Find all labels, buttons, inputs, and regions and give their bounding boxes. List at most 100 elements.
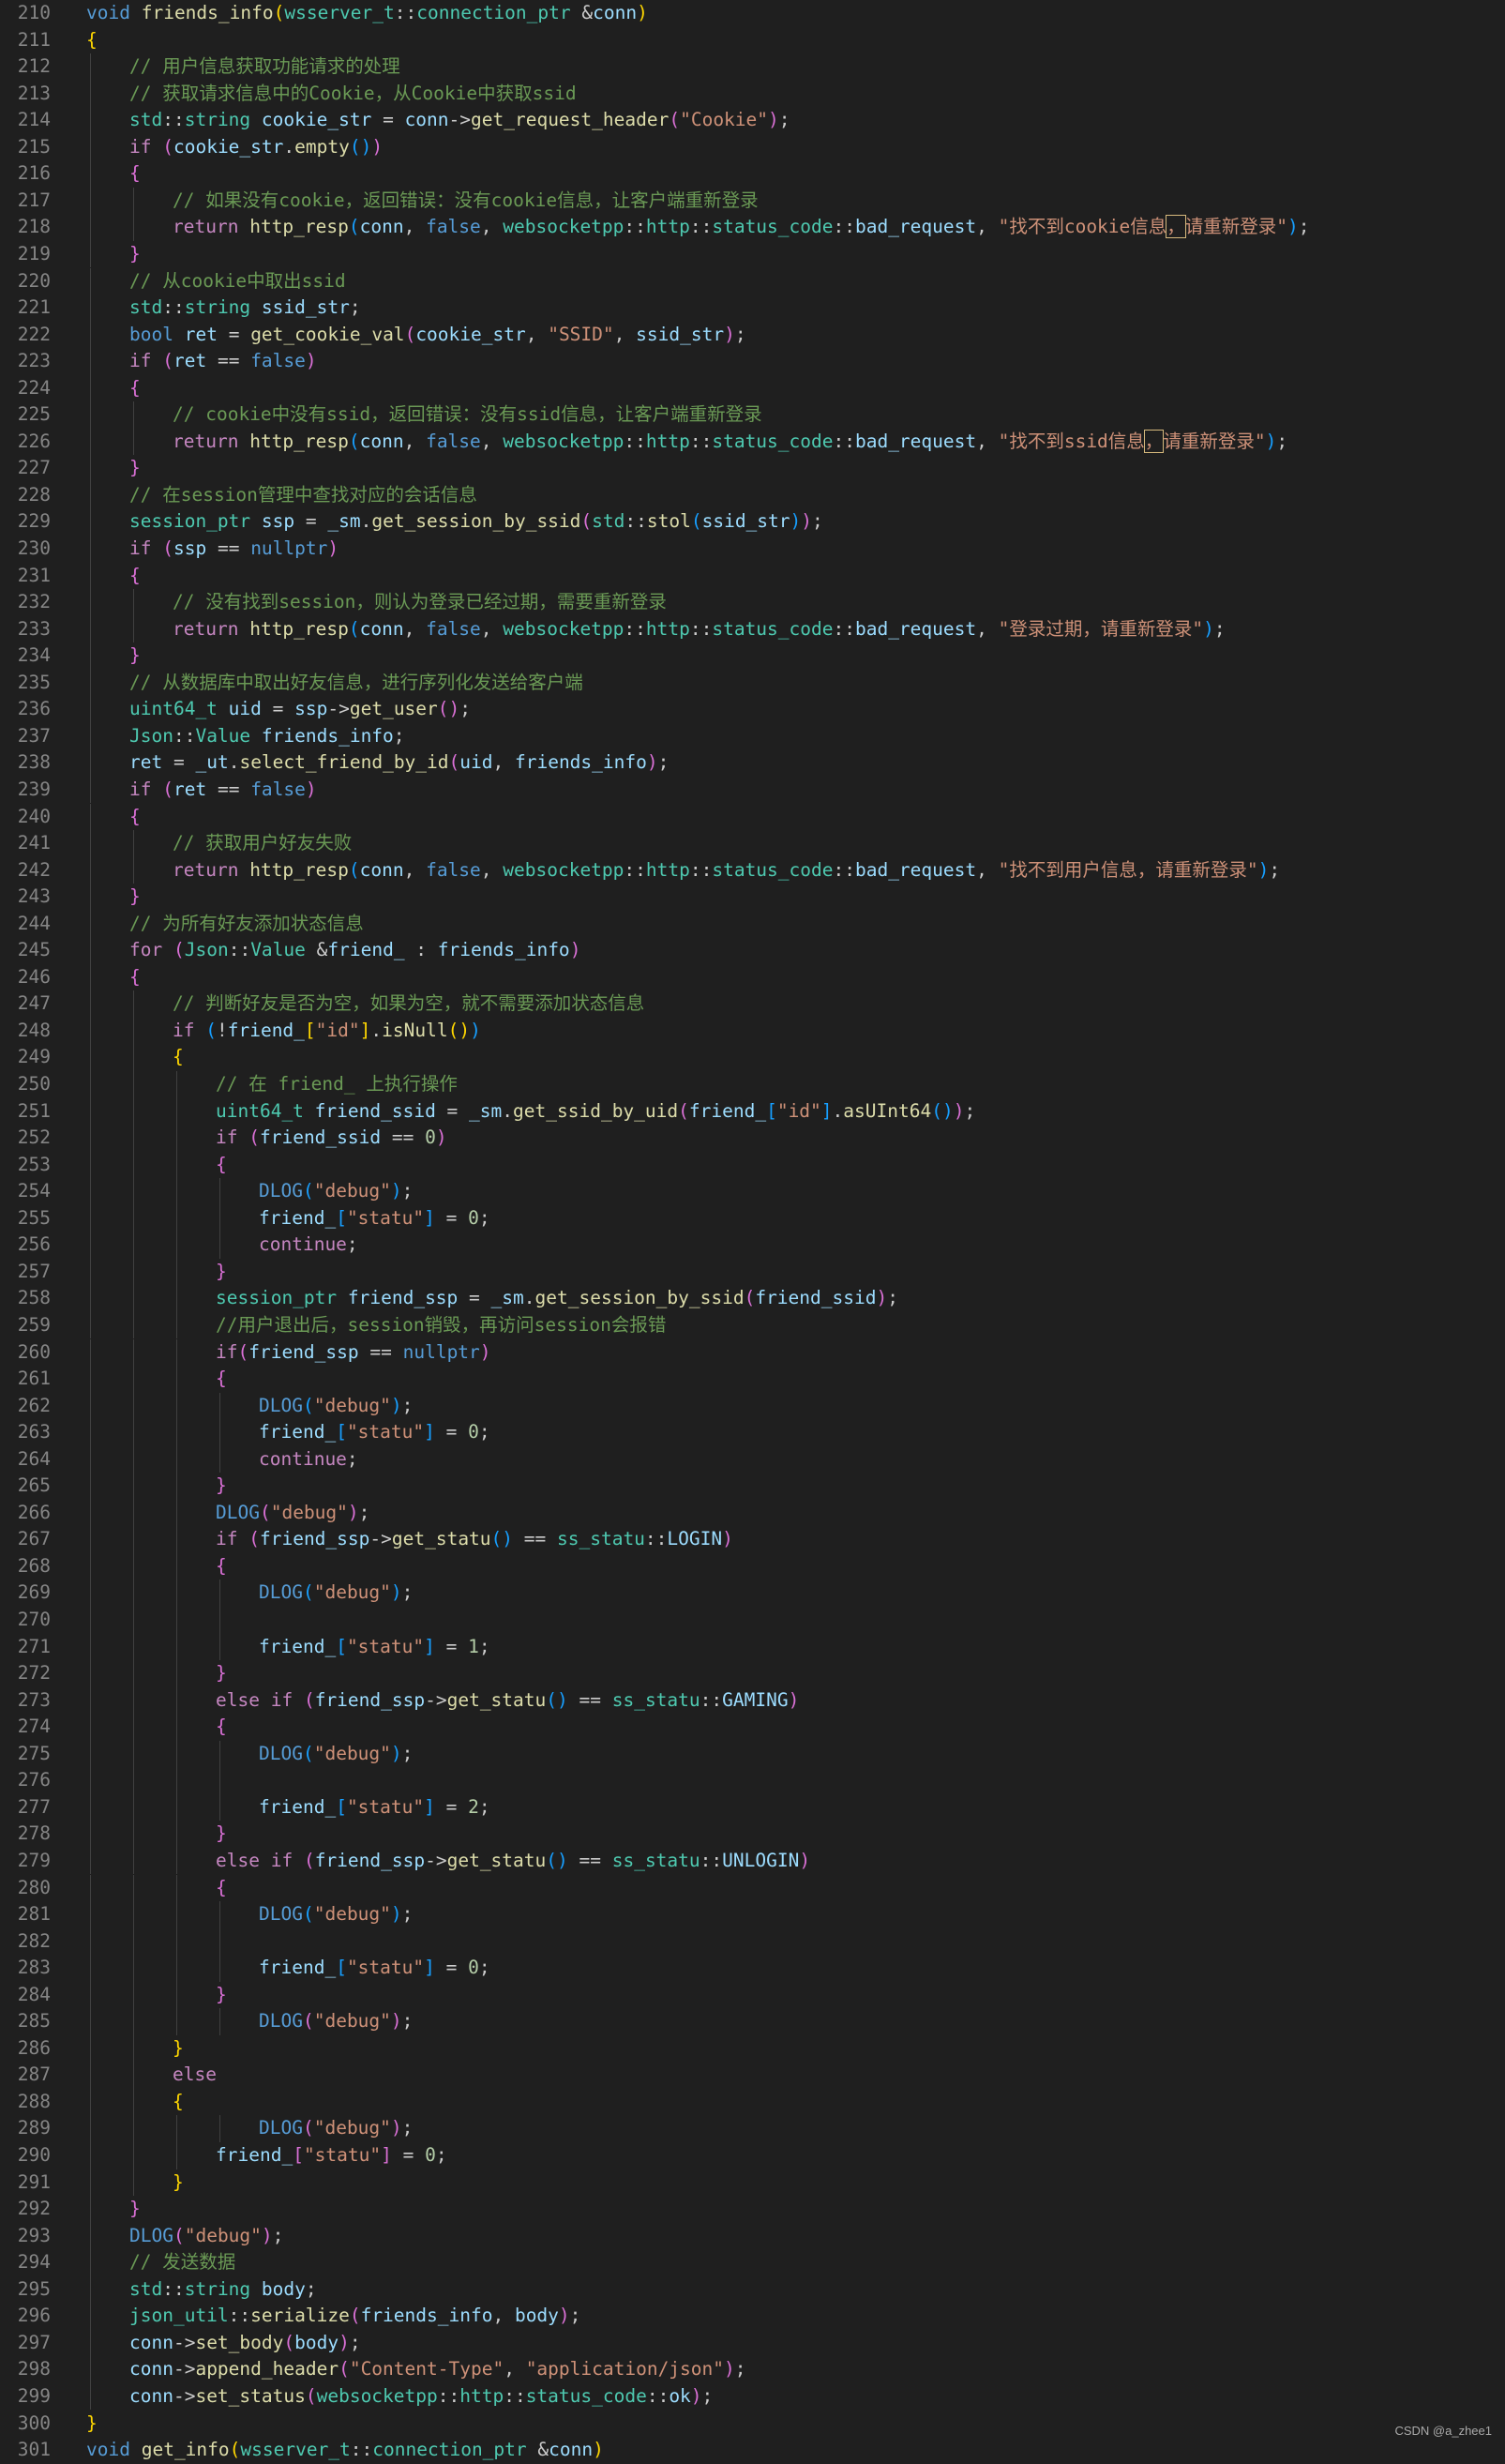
code-line[interactable]: 218 return http_resp(conn, false, websock…	[0, 214, 1505, 241]
code-line[interactable]: 213 // 获取请求信息中的Cookie，从Cookie中获取ssid	[0, 80, 1505, 108]
code-line[interactable]: 298 conn->append_header("Content-Type", "…	[0, 2356, 1505, 2383]
code-line[interactable]: 224 {	[0, 374, 1505, 402]
code-line[interactable]: 251 uint64_t friend_ssid = _sm.get_ssid_b…	[0, 1097, 1505, 1126]
code-line[interactable]: 220 // 从cookie中取出ssid	[0, 267, 1505, 295]
code-line[interactable]: 287 else	[0, 2062, 1505, 2089]
code-line[interactable]: 272}	[0, 1660, 1505, 1687]
code-line[interactable]: 264 continue;	[0, 1445, 1505, 1474]
code-line[interactable]: 243}	[0, 884, 1505, 911]
code-line[interactable]: 291}	[0, 2169, 1505, 2197]
code-line[interactable]: 248 if (!friend_["id"].isNull())	[0, 1017, 1505, 1045]
code-line[interactable]: 282	[0, 1927, 1505, 1956]
code-line[interactable]: 289 DLOG("debug");	[0, 2115, 1505, 2142]
code-line[interactable]: 222 bool ret = get_cookie_val(cookie_str,…	[0, 321, 1505, 349]
code-line[interactable]: 219}	[0, 240, 1505, 268]
code-line[interactable]: 214 std::string cookie_str = conn->get_re…	[0, 107, 1505, 134]
code-line[interactable]: 260 if(friend_ssp == nullptr)	[0, 1338, 1505, 1367]
code-line[interactable]: 266 DLOG("debug");	[0, 1499, 1505, 1527]
indent-guide	[176, 1258, 177, 1286]
code-line[interactable]: 223 if (ret == false)	[0, 348, 1505, 375]
code-line[interactable]: 245 for (Json::Value &friend_ : friends_i…	[0, 937, 1505, 964]
code-line[interactable]: 292}	[0, 2196, 1505, 2223]
code-line[interactable]: 230 if (ssp == nullptr)	[0, 536, 1505, 563]
code-line[interactable]: 210 void friends_info(wsserver_t::connect…	[0, 0, 1505, 27]
code-line[interactable]: 275 DLOG("debug");	[0, 1740, 1505, 1768]
code-line[interactable]: 258 session_ptr friend_ssp = _sm.get_sess…	[0, 1285, 1505, 1312]
code-line[interactable]: 238 ret = _ut.select_friend_by_id(uid, fr…	[0, 749, 1505, 777]
indent-guide	[219, 1633, 220, 1661]
code-line[interactable]: 212 // 用户信息获取功能请求的处理	[0, 53, 1505, 81]
code-line[interactable]: 217 // 如果没有cookie，返回错误：没有cookie信息，让客户端重新登…	[0, 187, 1505, 215]
code-line[interactable]: 288 {	[0, 2088, 1505, 2116]
code-line[interactable]: 246 {	[0, 963, 1505, 991]
code-line[interactable]: 274 {	[0, 1714, 1505, 1741]
code-line[interactable]: 294 // 发送数据	[0, 2249, 1505, 2276]
code-line[interactable]: 229 session_ptr ssp = _sm.get_session_by_…	[0, 508, 1505, 536]
code-line[interactable]: 232 // 没有找到session，则认为登录已经过期，需要重新登录	[0, 589, 1505, 616]
code-line[interactable]: 293 DLOG("debug");	[0, 2222, 1505, 2250]
code-line[interactable]: 281 DLOG("debug");	[0, 1901, 1505, 1928]
code-line[interactable]: 300}	[0, 2411, 1505, 2438]
code-line[interactable]: 259 //用户退出后，session销毁，再访问session会报错	[0, 1311, 1505, 1339]
code-line[interactable]: 284}	[0, 1981, 1505, 2009]
code-line[interactable]: 262 DLOG("debug");	[0, 1392, 1505, 1420]
code-line[interactable]: 278}	[0, 1821, 1505, 1848]
code-line[interactable]: 267 if (friend_ssp->get_statu() == ss_sta…	[0, 1526, 1505, 1553]
code-line[interactable]: 242 return http_resp(conn, false, websock…	[0, 856, 1505, 884]
code-line[interactable]: 255 friend_["statu"] = 0;	[0, 1204, 1505, 1232]
code-line[interactable]: 297 conn->set_body(body);	[0, 2329, 1505, 2357]
code-line[interactable]: 252 if (friend_ssid == 0)	[0, 1125, 1505, 1152]
code-line[interactable]: 231 {	[0, 562, 1505, 590]
code-line[interactable]: 261 {	[0, 1366, 1505, 1393]
code-line[interactable]: 276	[0, 1767, 1505, 1794]
code-line[interactable]: 247 // 判断好友是否为空，如果为空，就不需要添加状态信息	[0, 990, 1505, 1018]
code-line[interactable]: 277 friend_["statu"] = 2;	[0, 1793, 1505, 1822]
code-editor[interactable]: 210 void friends_info(wsserver_t::connect…	[0, 0, 1505, 2460]
code-line[interactable]: 271 friend_["statu"] = 1;	[0, 1633, 1505, 1661]
code-line[interactable]: 296 json_util::serialize(friends_info, bo…	[0, 2303, 1505, 2330]
code-line[interactable]: 211 {	[0, 27, 1505, 54]
indent-guide	[90, 1607, 91, 1634]
code-line[interactable]: 273 else if (friend_ssp->get_statu() == s…	[0, 1686, 1505, 1715]
code-line[interactable]: 221 std::string ssid_str;	[0, 295, 1505, 322]
code-line[interactable]: 257}	[0, 1258, 1505, 1286]
code-line[interactable]: 270	[0, 1607, 1505, 1634]
code-line[interactable]: 233 return http_resp(conn, false, websock…	[0, 615, 1505, 643]
code-line[interactable]: 234}	[0, 642, 1505, 670]
code-line[interactable]: 263 friend_["statu"] = 0;	[0, 1419, 1505, 1446]
code-line[interactable]: 240 {	[0, 803, 1505, 831]
code-line[interactable]: 227}	[0, 455, 1505, 482]
code-line[interactable]: 225 // cookie中没有ssid，返回错误：没有ssid信息，让客户端重新…	[0, 401, 1505, 429]
code-token: status_code	[712, 216, 834, 238]
code-line[interactable]: 228 // 在session管理中查找对应的会话信息	[0, 481, 1505, 509]
code-line[interactable]: 235 // 从数据库中取出好友信息，进行序列化发送给客户端	[0, 669, 1505, 697]
code-line[interactable]: 253 {	[0, 1151, 1505, 1179]
code-line[interactable]: 254 DLOG("debug");	[0, 1178, 1505, 1205]
code-line[interactable]: 241 // 获取用户好友失败	[0, 830, 1505, 857]
code-line[interactable]: 226 return http_resp(conn, false, websock…	[0, 428, 1505, 456]
code-line[interactable]: 280 {	[0, 1874, 1505, 1902]
code-line[interactable]: 295 std::string body;	[0, 2275, 1505, 2304]
code-line[interactable]: 216 {	[0, 160, 1505, 188]
code-line[interactable]: 269 DLOG("debug");	[0, 1580, 1505, 1607]
code-line[interactable]: 244 // 为所有好友添加状态信息	[0, 910, 1505, 938]
code-line[interactable]: 215 if (cookie_str.empty())	[0, 133, 1505, 161]
code-line[interactable]: 301 void get_info(wsserver_t::connection_…	[0, 2437, 1505, 2464]
code-line[interactable]: 290 friend_["statu"] = 0;	[0, 2142, 1505, 2169]
code-line[interactable]: 265}	[0, 1473, 1505, 1500]
code-line[interactable]: 250 // 在 friend_ 上执行操作	[0, 1071, 1505, 1098]
code-token: ,	[492, 2305, 515, 2327]
code-token: ssp	[294, 698, 328, 720]
code-line[interactable]: 268 {	[0, 1552, 1505, 1580]
code-line[interactable]: 283 friend_["statu"] = 0;	[0, 1955, 1505, 1982]
code-token: http	[645, 858, 690, 881]
code-line[interactable]: 286}	[0, 2034, 1505, 2063]
code-line[interactable]: 285 DLOG("debug");	[0, 2008, 1505, 2035]
code-line[interactable]: 256 continue;	[0, 1232, 1505, 1259]
code-line[interactable]: 299 conn->set_status(websocketpp::http::s…	[0, 2382, 1505, 2411]
code-line[interactable]: 279 else if (friend_ssp->get_statu() == s…	[0, 1847, 1505, 1875]
code-line[interactable]: 239 if (ret == false)	[0, 776, 1505, 804]
code-line[interactable]: 236 uint64_t uid = ssp->get_user();	[0, 696, 1505, 723]
code-line[interactable]: 249 {	[0, 1044, 1505, 1071]
code-line[interactable]: 237 Json::Value friends_info;	[0, 722, 1505, 750]
